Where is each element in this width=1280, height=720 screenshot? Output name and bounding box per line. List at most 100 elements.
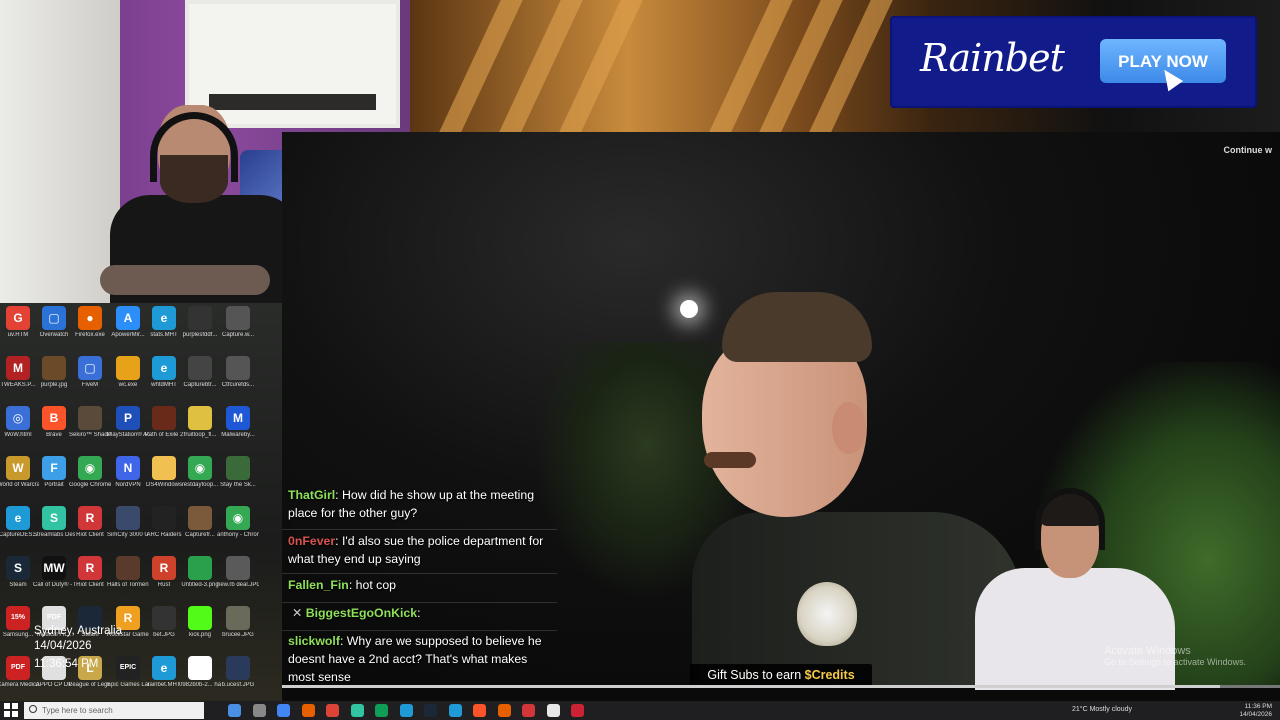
desktop-icon[interactable]: purple.jpg (33, 356, 75, 389)
taskbar-app-icon[interactable] (473, 704, 486, 717)
desktop-icon[interactable]: e CaptureDES... (0, 506, 39, 539)
desktop-icon[interactable]: purplesfddf... (179, 306, 221, 339)
desktop-icon[interactable]: N NordVPN (107, 456, 149, 489)
desktop-icon[interactable]: R Riot Client (69, 556, 111, 589)
desktop-icon[interactable]: ◎ WoW.html (0, 406, 39, 439)
desktop-icon-label: SimCity 3000 Unlimited (107, 532, 149, 538)
taskbar-app-icon[interactable] (448, 704, 462, 717)
desktop-icon[interactable]: fruitloop_fl... (179, 406, 221, 439)
desktop-icon[interactable]: MW Call of Duty® - Mo... (33, 556, 75, 589)
desktop-icon[interactable]: W World of Warcra... (0, 456, 39, 489)
taskbar-app-icon[interactable] (301, 704, 315, 717)
app-icon (188, 506, 212, 530)
app-icon: B (42, 406, 66, 430)
start-button[interactable] (4, 703, 19, 718)
desktop-icon[interactable]: 0982b0b-2... hate2seek... (179, 656, 221, 689)
desktop-icon[interactable]: Capturebtr... (179, 356, 221, 389)
search-icon (29, 705, 37, 713)
desktop-icon[interactable]: Halls of Torment (107, 556, 149, 589)
desktop-icon[interactable]: ◉ Google Chrome (69, 456, 111, 489)
desktop-icon[interactable]: P PlayStation® Accessories (107, 406, 149, 439)
taskbar-search[interactable]: Type here to search (24, 702, 204, 719)
desktop-icon[interactable]: DS4Windows (143, 456, 185, 489)
taskbar-clock[interactable]: 11:36 PM 14/04/2026 (1230, 703, 1272, 719)
chat-message: Fallen_Fin: hot cop (288, 576, 556, 594)
chat-username[interactable]: 0nFever (288, 534, 335, 548)
activate-subtitle: Go to Settings to activate Windows. (1104, 657, 1247, 667)
desktop-icon[interactable]: M TWEAKS.P... (0, 356, 39, 389)
app-icon (188, 406, 212, 430)
credits-highlight: $Credits (804, 668, 855, 682)
chat-username[interactable]: Fallen_Fin (288, 578, 349, 592)
desktop-icon[interactable]: brucee.JPG (217, 606, 259, 639)
desktop-icon[interactable]: e rainbet.MHT (143, 656, 185, 689)
desktop-icon[interactable]: Untitled-3.png (179, 556, 221, 589)
desktop-icon[interactable]: Sekiro™ Shadows D... (69, 406, 111, 439)
desktop-icon-label: CaptureDES... (0, 532, 38, 538)
taskbar-app-icon[interactable] (375, 704, 388, 717)
desktop-icon-label: stats.MHT (150, 332, 178, 338)
desktop-icon[interactable]: F Portrait (33, 456, 75, 489)
taskbar-app-icon[interactable] (424, 704, 437, 717)
desktop-icon[interactable]: e whtdMHT (143, 356, 185, 389)
desktop-icon[interactable]: kick.png (179, 606, 221, 639)
desktop-icon[interactable]: ◉ restdayfoop... (179, 456, 221, 489)
taskbar-app-icon[interactable] (326, 704, 339, 717)
chat-message: ✕ BiggestEgoOnKick: (292, 604, 560, 622)
app-icon (226, 306, 250, 330)
gift-subs-banner[interactable]: Gift Subs to earn $Credits (690, 664, 872, 686)
desktop-icon[interactable]: S Streamlabs Desktop (33, 506, 75, 539)
taskbar-app-icon[interactable] (522, 704, 535, 717)
app-icon (226, 456, 250, 480)
desktop-icon[interactable]: ◉ anthony - Chrome (217, 506, 259, 539)
chat-username[interactable]: BiggestEgoOnKick (306, 606, 417, 620)
app-icon (116, 356, 140, 380)
windows-logo-icon (4, 703, 10, 709)
desktop-icon[interactable]: ARC Raiders (143, 506, 185, 539)
taskbar-app-icon[interactable] (546, 704, 560, 717)
desktop-icon[interactable]: e stats.MHT (143, 306, 185, 339)
desktop-icon[interactable]: Path of Exile 2 (143, 406, 185, 439)
desktop-icon[interactable]: new.rb deal.JPG (217, 556, 259, 589)
desktop-icon[interactable]: Guv.HTM (0, 306, 39, 339)
desktop-icon[interactable]: Stay the Sk... (217, 456, 259, 489)
chat-text: hot cop (355, 578, 396, 592)
desktop-icon[interactable]: Ctfcurefds... (217, 356, 259, 389)
continue-watching-link[interactable]: Continue w (1224, 145, 1273, 155)
desktop-icon[interactable]: EPIC Epic Games Launcher (107, 656, 149, 689)
taskbar-app-icon[interactable] (571, 704, 584, 717)
desktop-icon[interactable]: R Rust (143, 556, 185, 589)
rainbet-ad-banner[interactable]: Rainbet PLAY NOW (890, 16, 1257, 108)
taskbar-app-icon[interactable] (277, 704, 290, 717)
desktop-icon-label: bet.JPG (153, 632, 175, 638)
desktop-icon[interactable]: b.ucesf.JPG (217, 656, 259, 689)
weather-widget[interactable]: 21°C Mostly cloudy (1072, 706, 1132, 713)
desktop-icon[interactable]: ● Firefox.exe (69, 306, 111, 339)
desktop-icon-label: b.ucesf.JPG (221, 682, 255, 688)
desktop-icon[interactable]: R Riot Client (69, 506, 111, 539)
desktop-icon-label: Call of Duty® - Mo... (33, 582, 75, 588)
desktop-icon[interactable]: M Malwareby... (217, 406, 259, 439)
streamer-headphones (1035, 488, 1105, 550)
desktop-icon[interactable]: B Brave (33, 406, 75, 439)
desktop-icon[interactable]: Capturefr... (179, 506, 221, 539)
desktop-icon[interactable]: ▢ Overwatch (33, 306, 75, 339)
desktop-icon[interactable]: SimCity 3000 Unlimited (107, 506, 149, 539)
taskbar-app-icon[interactable] (228, 704, 241, 717)
desktop-icon-label: purple.jpg (40, 382, 68, 388)
desktop-icon[interactable]: Capture.w... (217, 306, 259, 339)
desktop-icon[interactable]: bet.JPG (143, 606, 185, 639)
taskbar-app-icon[interactable] (350, 704, 364, 717)
chat-username[interactable]: ThatGirl (288, 488, 335, 502)
taskbar-app-icon[interactable] (399, 704, 413, 717)
desktop-icon-label: League of Legends (69, 682, 111, 688)
desktop-icon[interactable]: ▢ FiveM (69, 356, 111, 389)
chat-username[interactable]: slickwolf (288, 634, 340, 648)
desktop-icon[interactable]: wc.exe (107, 356, 149, 389)
desktop-icon[interactable]: S Steam (0, 556, 39, 589)
taskbar-app-icon[interactable] (252, 704, 266, 717)
taskbar-app-icon[interactable] (497, 704, 511, 717)
desktop-icon[interactable]: A ApowerMir... (107, 306, 149, 339)
app-icon (152, 606, 176, 630)
app-icon: ◉ (188, 456, 212, 480)
